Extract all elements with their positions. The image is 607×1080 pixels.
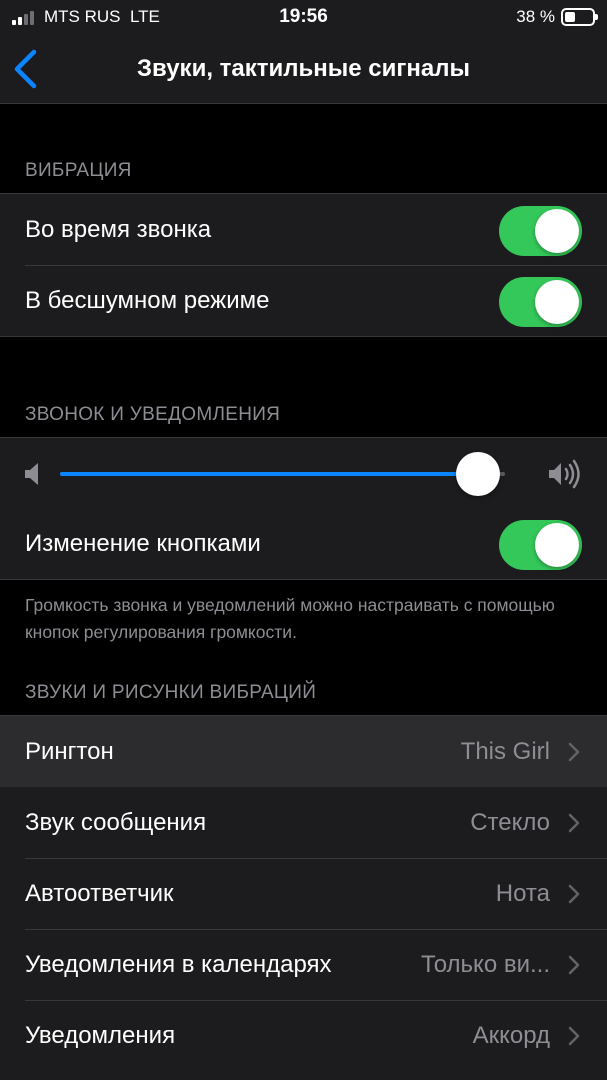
row-text-tone[interactable]: Звук сообщения Стекло	[0, 787, 607, 858]
chevron-right-icon	[568, 884, 580, 904]
ringer-group: Изменение кнопками	[0, 437, 607, 580]
volume-slider-fill	[60, 472, 479, 476]
chevron-right-icon	[568, 813, 580, 833]
toggle-knob	[535, 280, 579, 324]
row-reminder-alerts[interactable]: Уведомления Аккорд	[0, 1000, 607, 1071]
row-change-with-buttons: Изменение кнопками	[0, 508, 607, 579]
section-header-ringer: ЗВОНОК И УВЕДОМЛЕНИЯ	[25, 404, 281, 425]
row-vibrate-on-silent: В бесшумном режиме	[0, 265, 607, 336]
row-value: Аккорд	[472, 1022, 550, 1049]
speaker-low-icon	[25, 463, 38, 485]
speaker-high-icon	[549, 459, 580, 489]
status-bar: MTS RUS LTE 19:56 38 %	[0, 0, 607, 34]
change-with-buttons-toggle[interactable]	[499, 520, 582, 570]
page-title: Звуки, тактильные сигналы	[137, 55, 470, 82]
row-label: Рингтон	[25, 738, 114, 765]
row-label: В бесшумном режиме	[25, 287, 270, 314]
row-label: Автоответчик	[25, 880, 174, 907]
row-value: Только ви...	[420, 951, 550, 978]
sounds-group: Рингтон This Girl Звук сообщения Стекло …	[0, 715, 607, 1080]
row-label: Уведомления в календарях	[25, 951, 332, 978]
volume-slider[interactable]	[60, 472, 505, 476]
battery-fill	[565, 12, 575, 22]
vibration-group: Во время звонка В бесшумном режиме	[0, 193, 607, 337]
volume-slider-row	[0, 438, 607, 508]
row-value: Нота	[495, 880, 550, 907]
chevron-right-icon	[568, 742, 580, 762]
row-value: Стекло	[470, 809, 550, 836]
row-label: Во время звонка	[25, 216, 212, 243]
ringer-footnote: Громкость звонка и уведомлений можно нас…	[25, 595, 555, 642]
toggle-knob	[535, 523, 579, 567]
vibrate-on-silent-toggle[interactable]	[499, 277, 582, 327]
chevron-right-icon	[568, 955, 580, 975]
row-label: Звук сообщения	[25, 809, 207, 836]
battery-percentage: 38 %	[516, 7, 555, 26]
row-vibrate-on-ring: Во время звонка	[0, 194, 607, 265]
section-header-sounds: ЗВУКИ И РИСУНКИ ВИБРАЦИЙ	[25, 682, 317, 703]
battery-icon	[561, 8, 598, 26]
chevron-right-icon	[568, 1026, 580, 1046]
row-value: This Girl	[460, 738, 550, 765]
section-header-vibration: ВИБРАЦИЯ	[25, 160, 132, 181]
row-label: Изменение кнопками	[25, 530, 261, 557]
row-label: Уведомления	[25, 1022, 176, 1049]
navigation-bar: Звуки, тактильные сигналы	[0, 34, 607, 104]
row-voicemail[interactable]: Автоответчик Нота	[0, 858, 607, 929]
toggle-knob	[535, 209, 579, 253]
volume-slider-thumb[interactable]	[456, 452, 501, 496]
vibrate-on-ring-toggle[interactable]	[499, 206, 582, 256]
row-ringtone[interactable]: Рингтон This Girl	[0, 716, 607, 787]
row-calendar-alerts[interactable]: Уведомления в календарях Только ви...	[0, 929, 607, 1000]
